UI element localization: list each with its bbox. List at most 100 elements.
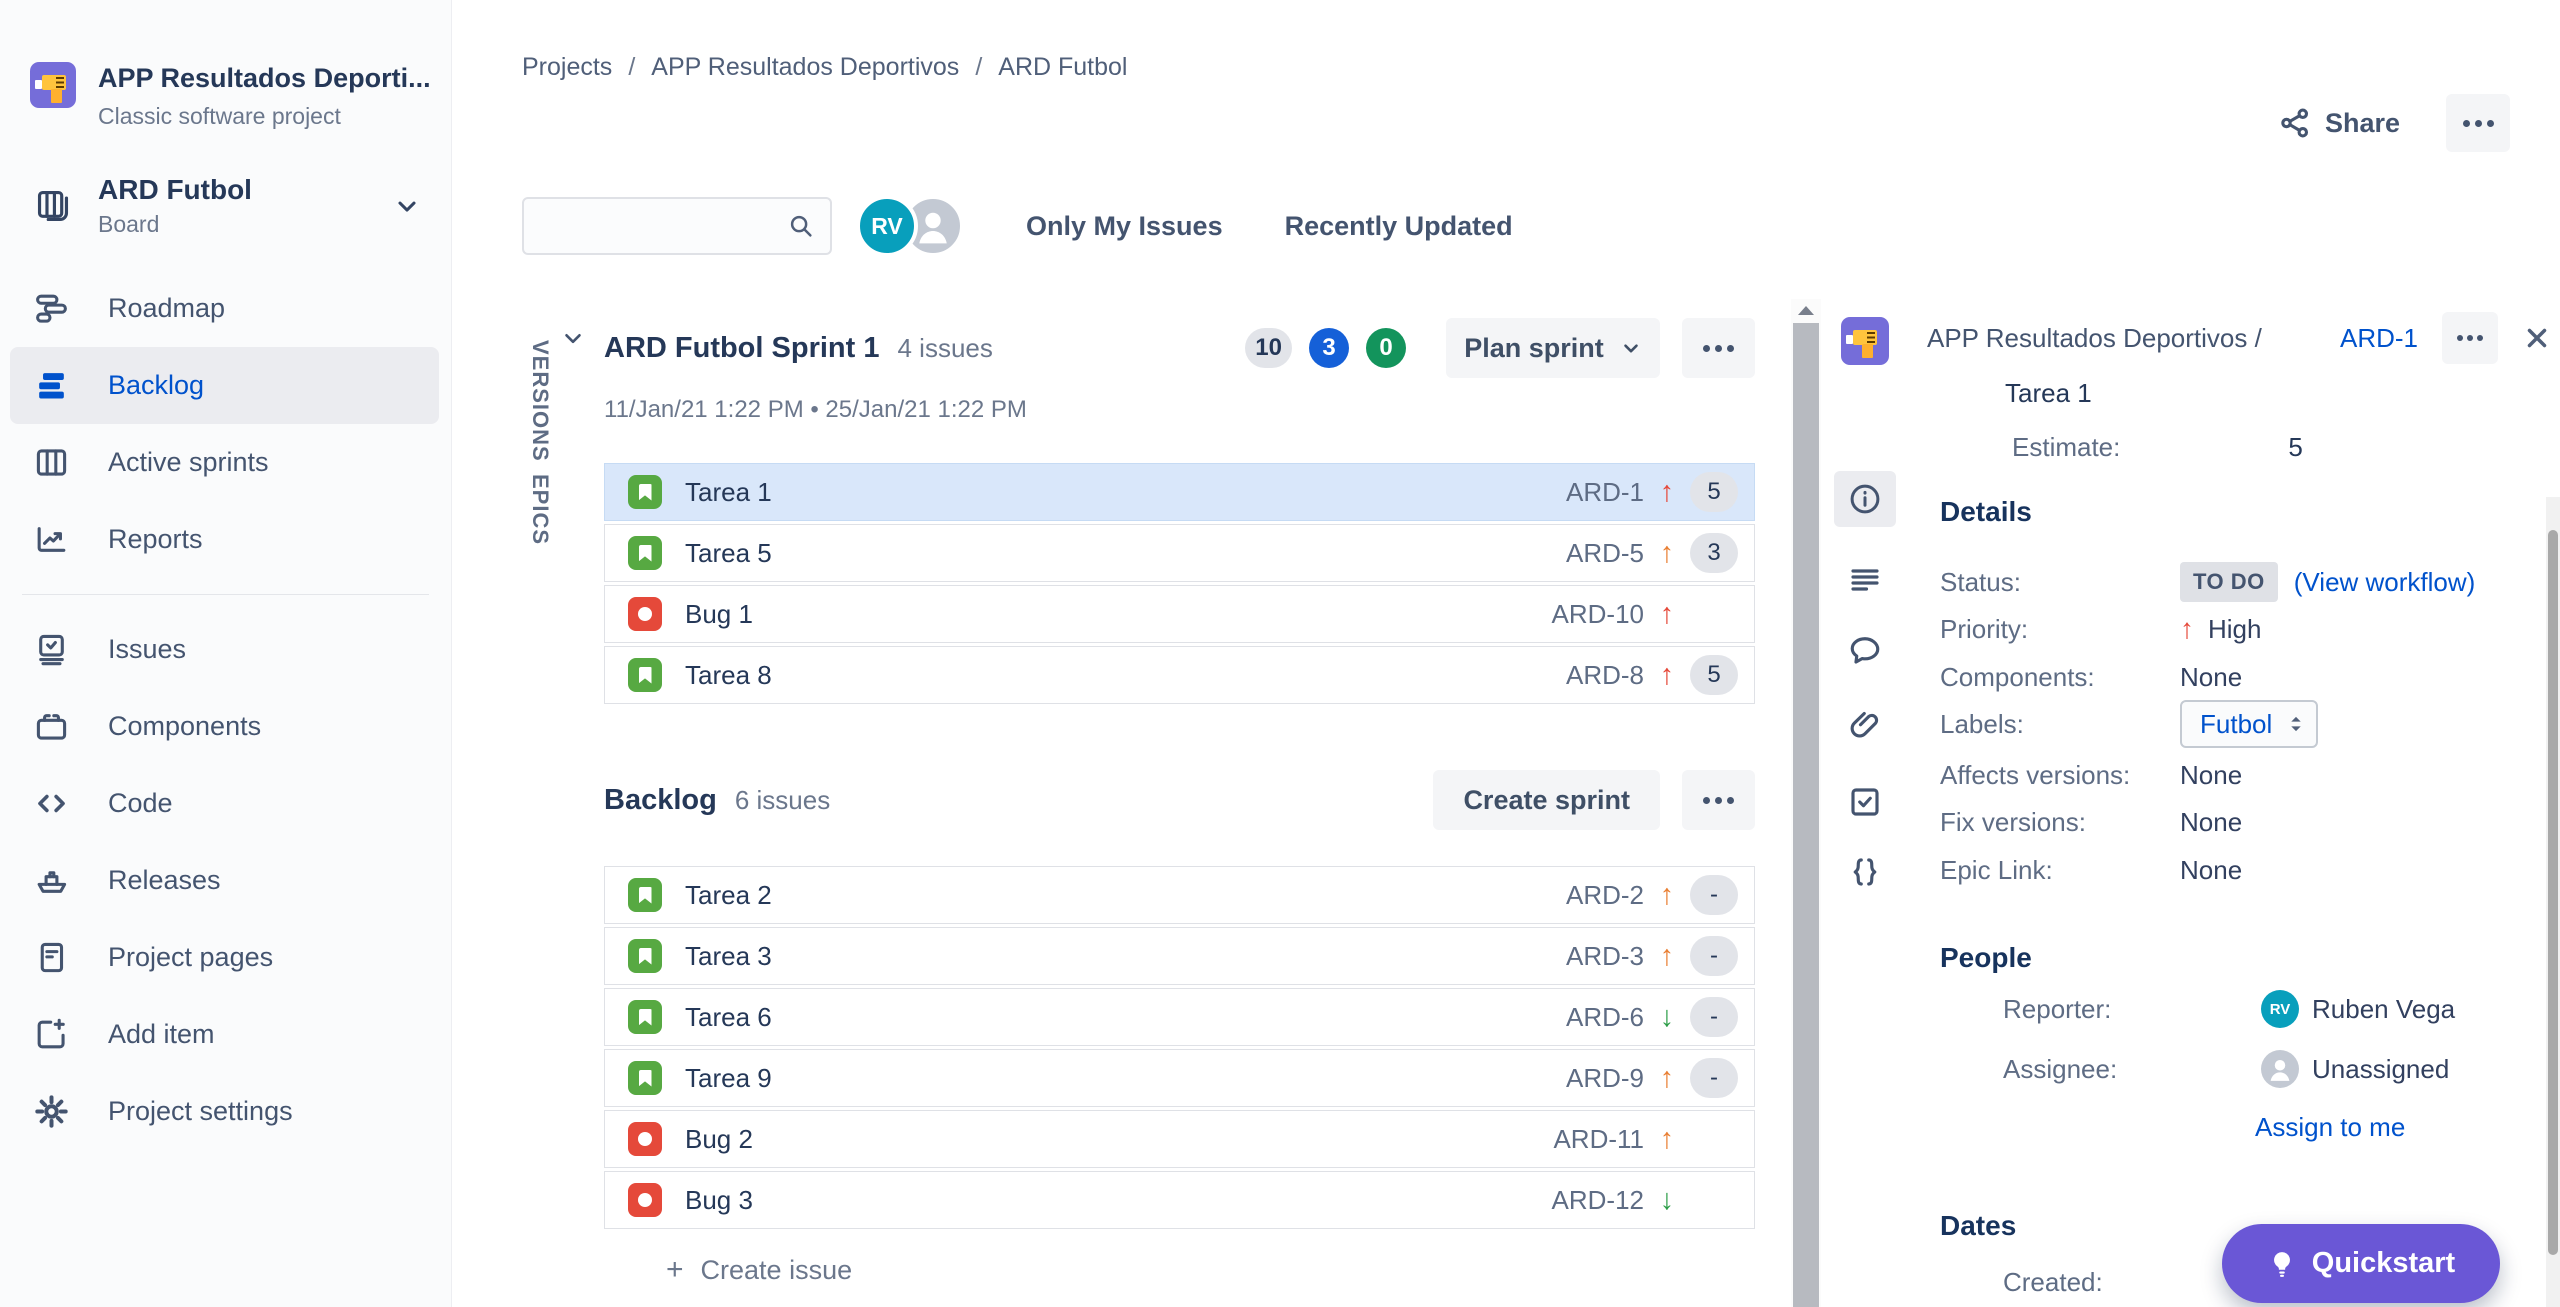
backlog-title[interactable]: Backlog: [604, 784, 717, 817]
chevron-down-icon[interactable]: [393, 192, 421, 220]
plan-sprint-button[interactable]: Plan sprint: [1446, 318, 1660, 378]
scroll-up-arrow[interactable]: [1791, 299, 1821, 321]
panel-scrollbar-thumb[interactable]: [2548, 530, 2558, 1255]
story-icon: [628, 1000, 662, 1034]
detail-breadcrumb-project[interactable]: APP Resultados Deportivos /: [1927, 323, 2262, 354]
description-icon[interactable]: [1834, 552, 1896, 608]
epic-link-row: Epic Link: None: [1940, 855, 2242, 886]
sidebar-item-issues[interactable]: Issues: [10, 611, 439, 688]
priority-row: Priority: ↑ High: [1940, 613, 2261, 645]
sidebar-item-add-item[interactable]: Add item: [10, 996, 439, 1073]
sprint-collapse-chevron[interactable]: [560, 325, 586, 351]
board-name: ARD Futbol: [98, 174, 252, 206]
issue-row[interactable]: Tarea 1 ARD-1 ↑ 5: [604, 463, 1755, 521]
tab-versions[interactable]: VERSIONS: [527, 340, 553, 462]
priority-arrow-icon: ↑: [1644, 1123, 1690, 1156]
status-badge[interactable]: TO DO: [2180, 562, 2278, 602]
project-avatar-icon[interactable]: [30, 62, 76, 108]
tab-epics[interactable]: EPICS: [527, 474, 553, 545]
attachments-icon[interactable]: [1834, 696, 1896, 752]
issue-title: Tarea 5: [685, 538, 772, 569]
issue-row[interactable]: Bug 2 ARD-11 ↑: [604, 1110, 1755, 1168]
sidebar-item-reports[interactable]: Reports: [10, 501, 439, 578]
sidebar-item-active-sprints[interactable]: Active sprints: [10, 424, 439, 501]
issue-key: ARD-6: [1566, 1002, 1644, 1033]
sidebar-item-project-pages[interactable]: Project pages: [10, 919, 439, 996]
issue-row[interactable]: Tarea 8 ARD-8 ↑ 5: [604, 646, 1755, 704]
issue-key: ARD-5: [1566, 538, 1644, 569]
breadcrumb-project[interactable]: APP Resultados Deportivos: [651, 53, 959, 82]
issue-row[interactable]: Bug 3 ARD-12 ↓: [604, 1171, 1755, 1229]
sidebar-item-releases[interactable]: Releases: [10, 842, 439, 919]
estimate-badge[interactable]: -: [1690, 997, 1738, 1037]
estimate-badge[interactable]: -: [1690, 875, 1738, 915]
sprint-section: ARD Futbol Sprint 1 4 issues 10 3 0 Plan…: [604, 316, 1755, 704]
issue-key: ARD-11: [1553, 1124, 1644, 1155]
estimate-badge[interactable]: 5: [1690, 655, 1738, 695]
more-icon: [2463, 120, 2494, 127]
issue-row[interactable]: Tarea 6 ARD-6 ↓ -: [604, 988, 1755, 1046]
project-avatar-icon: [1841, 317, 1889, 365]
info-icon[interactable]: [1834, 471, 1896, 527]
filter-only-my-issues[interactable]: Only My Issues: [1026, 211, 1223, 242]
issue-key: ARD-12: [1552, 1185, 1644, 1216]
share-button[interactable]: Share: [2278, 106, 2400, 140]
subtasks-icon[interactable]: [1834, 774, 1896, 830]
sprint-title[interactable]: ARD Futbol Sprint 1: [604, 332, 879, 365]
backlog-icon: [33, 367, 70, 404]
detail-more-button[interactable]: [2442, 312, 2498, 364]
board-switcher[interactable]: ARD Futbol Board: [34, 174, 421, 238]
panel-scrollbar[interactable]: [2546, 497, 2560, 1307]
assignee-name[interactable]: Unassigned: [2312, 1054, 2449, 1085]
fix-versions-row: Fix versions: None: [1940, 807, 2242, 838]
detail-issue-key[interactable]: ARD-1: [2340, 323, 2418, 354]
sidebar-item-roadmap[interactable]: Roadmap: [10, 270, 439, 347]
labels-select[interactable]: Futbol: [2180, 700, 2318, 748]
comments-icon[interactable]: [1834, 622, 1896, 678]
sidebar-item-code[interactable]: Code: [10, 765, 439, 842]
close-icon[interactable]: [2522, 323, 2552, 353]
estimate-badge[interactable]: 5: [1690, 472, 1738, 512]
priority-arrow-icon: ↑: [1644, 940, 1690, 973]
project-name: APP Resultados Deporti...: [98, 63, 431, 94]
detail-header: APP Resultados Deportivos / ARD-1: [1927, 312, 2552, 364]
backlog-scrollbar[interactable]: [1791, 299, 1821, 1307]
priority-arrow-icon: ↑: [1644, 1062, 1690, 1095]
avatar-rv[interactable]: RV: [856, 195, 918, 257]
sprint-more-button[interactable]: [1682, 318, 1755, 378]
scrollbar-thumb[interactable]: [1793, 323, 1819, 1307]
create-sprint-button[interactable]: Create sprint: [1433, 770, 1660, 830]
create-issue-button[interactable]: + Create issue: [604, 1247, 1755, 1293]
issue-row[interactable]: Tarea 9 ARD-9 ↑ -: [604, 1049, 1755, 1107]
quickstart-button[interactable]: Quickstart: [2222, 1224, 2500, 1303]
breadcrumb-board[interactable]: ARD Futbol: [998, 53, 1127, 82]
estimate-badge[interactable]: -: [1690, 936, 1738, 976]
detail-summary[interactable]: Tarea 1: [2005, 378, 2092, 409]
search-input[interactable]: [540, 212, 786, 241]
reporter-avatar[interactable]: RV: [2261, 990, 2299, 1028]
breadcrumb-projects[interactable]: Projects: [522, 53, 612, 82]
issue-row[interactable]: Tarea 3 ARD-3 ↑ -: [604, 927, 1755, 985]
assign-to-me-link[interactable]: Assign to me: [2255, 1112, 2405, 1143]
issue-row[interactable]: Tarea 2 ARD-2 ↑ -: [604, 866, 1755, 924]
code-icon: [33, 785, 70, 822]
issue-row[interactable]: Bug 1 ARD-10 ↑: [604, 585, 1755, 643]
assignee-avatar[interactable]: [2261, 1050, 2299, 1088]
backlog-toolbar: RV Only My Issues Recently Updated: [522, 194, 1513, 258]
issue-row[interactable]: Tarea 5 ARD-5 ↑ 3: [604, 524, 1755, 582]
issue-key: ARD-1: [1566, 477, 1644, 508]
issues-icon: [33, 631, 70, 668]
sidebar-item-backlog[interactable]: Backlog: [10, 347, 439, 424]
dev-braces-icon[interactable]: [1834, 844, 1896, 900]
story-icon: [628, 658, 662, 692]
reporter-name[interactable]: Ruben Vega: [2312, 994, 2455, 1025]
estimate-value[interactable]: 5: [2288, 432, 2302, 463]
backlog-more-button[interactable]: [1682, 770, 1755, 830]
view-workflow-link[interactable]: (View workflow): [2294, 567, 2476, 598]
sidebar-item-components[interactable]: Components: [10, 688, 439, 765]
estimate-badge[interactable]: 3: [1690, 533, 1738, 573]
estimate-badge[interactable]: -: [1690, 1058, 1738, 1098]
filter-recently-updated[interactable]: Recently Updated: [1285, 211, 1513, 242]
sidebar-item-project-settings[interactable]: Project settings: [10, 1073, 439, 1150]
page-more-button[interactable]: [2446, 94, 2510, 152]
